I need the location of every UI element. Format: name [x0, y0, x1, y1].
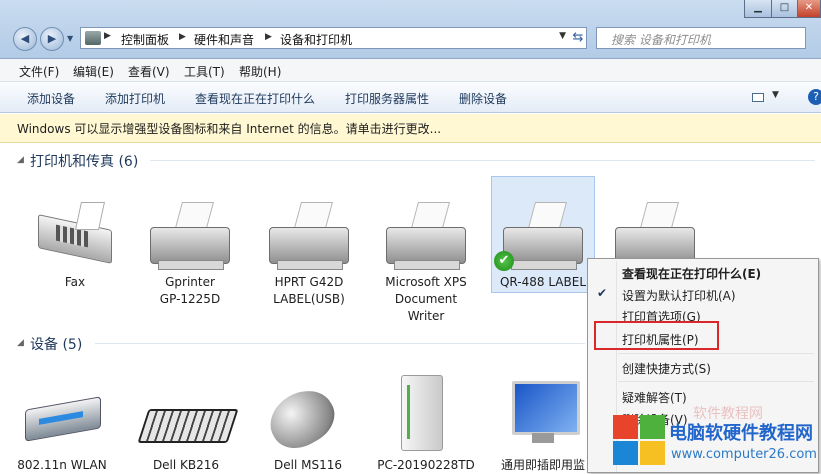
device-label: QR-488 LABEL: [499, 275, 586, 289]
menu-bar: 文件(F) 编辑(E) 查看(V) 工具(T) 帮助(H): [0, 59, 821, 82]
mouse-icon: [260, 379, 344, 459]
devices-group-header[interactable]: 设备 (5): [30, 334, 82, 354]
device-computer[interactable]: PC-20190228TD: [371, 375, 481, 473]
back-button[interactable]: ◀: [13, 27, 37, 51]
menu-separator: [618, 353, 814, 354]
menu-edit[interactable]: 编辑(E): [73, 63, 114, 80]
change-view-icon[interactable]: [752, 93, 764, 102]
print-server-properties-button[interactable]: 打印服务器属性: [345, 90, 429, 107]
device-label: Microsoft XPS Document Writer: [385, 275, 467, 323]
printer-icon: [615, 202, 695, 270]
forward-button[interactable]: ▶: [40, 27, 64, 51]
breadcrumb-separator-icon[interactable]: ▶: [179, 32, 186, 42]
breadcrumb-root-arrow-icon[interactable]: ▶: [104, 31, 111, 41]
device-keyboard[interactable]: Dell KB216: [131, 375, 241, 473]
menu-help[interactable]: 帮助(H): [239, 63, 281, 80]
add-printer-button[interactable]: 添加打印机: [105, 90, 165, 107]
printer-hprt[interactable]: HPRT G42D LABEL(USB): [254, 194, 364, 314]
search-input[interactable]: 搜索 设备和打印机: [596, 27, 806, 49]
device-label: Fax: [64, 275, 86, 289]
printer-fax[interactable]: Fax: [20, 194, 130, 294]
printer-icon: [150, 202, 230, 270]
menu-tools[interactable]: 工具(T): [184, 63, 225, 80]
control-panel-icon: [85, 31, 101, 45]
forward-arrow-icon: ▶: [47, 32, 57, 45]
site-watermark: 软件教程网 电脑软硬件教程网 www.computer26.com: [613, 406, 821, 473]
window-titlebar: ◀ ▶ ▼ ▶ 控制面板 ▶ 硬件和声音 ▶ 设备和打印机 ▼ ⇆ 搜索 设备和…: [0, 0, 821, 59]
group-collapse-icon[interactable]: ◢: [17, 338, 24, 348]
minimize-button[interactable]: ▁: [744, 0, 772, 18]
menu-file[interactable]: 文件(F): [19, 63, 59, 80]
fax-icon: [30, 194, 120, 266]
printer-icon: [386, 202, 466, 270]
default-printer-check-icon: ✔: [494, 251, 514, 271]
recent-pages-dropdown[interactable]: ▼: [67, 33, 77, 45]
group-divider: [95, 343, 585, 344]
group-collapse-icon[interactable]: ◢: [17, 155, 24, 165]
command-toolbar: 添加设备 添加打印机 查看现在正在打印什么 打印服务器属性 删除设备 ▼ ?: [0, 82, 821, 113]
device-label: HPRT G42D LABEL(USB): [273, 275, 345, 306]
watermark-title: 电脑软硬件教程网: [669, 423, 813, 444]
device-label: Dell KB216: [152, 458, 220, 472]
remove-device-button[interactable]: 删除设备: [459, 90, 507, 107]
view-options-dropdown-icon[interactable]: ▼: [772, 90, 779, 100]
wireless-router-icon: [25, 393, 101, 442]
printer-unnamed[interactable]: [600, 194, 710, 270]
breadcrumb-separator-icon[interactable]: ▶: [265, 32, 272, 42]
printer-microsoft-xps[interactable]: Microsoft XPS Document Writer: [371, 194, 481, 324]
printer-icon: [503, 202, 583, 270]
search-placeholder: 搜索 设备和打印机: [611, 33, 711, 47]
maximize-button[interactable]: □: [771, 0, 798, 18]
device-wlan-adapter[interactable]: 802.11n WLAN: [7, 375, 117, 473]
device-mouse[interactable]: Dell MS116: [253, 375, 363, 473]
back-arrow-icon: ◀: [20, 32, 30, 45]
checkmark-icon: ✔: [597, 286, 608, 300]
menu-separator: [618, 381, 814, 382]
monitor-icon: [508, 381, 580, 447]
menu-item-troubleshoot[interactable]: 疑难解答(T): [622, 389, 687, 406]
device-label: Gprinter GP-1225D: [159, 275, 221, 306]
printer-qr-488-label[interactable]: QR-488 LABEL: [488, 194, 598, 294]
address-dropdown-icon[interactable]: ▼: [559, 31, 566, 41]
device-label: Dell MS116: [274, 458, 342, 472]
address-bar[interactable]: ▶ 控制面板 ▶ 硬件和声音 ▶ 设备和打印机 ▼: [80, 27, 587, 49]
printer-gprinter[interactable]: Gprinter GP-1225D: [135, 194, 245, 314]
printer-icon: [269, 202, 349, 270]
menu-view[interactable]: 查看(V): [128, 63, 170, 80]
watermark-url: www.computer26.com: [671, 447, 817, 462]
windows-logo-icon: [613, 415, 667, 467]
menu-item-set-default-printer[interactable]: 设置为默认打印机(A): [622, 287, 736, 304]
breadcrumb-control-panel[interactable]: 控制面板: [121, 31, 169, 48]
menu-item-create-shortcut[interactable]: 创建快捷方式(S): [622, 360, 711, 377]
printers-group-header[interactable]: 打印机和传真 (6): [30, 151, 138, 171]
menu-item-see-whats-printing[interactable]: 查看现在正在打印什么(E): [622, 265, 761, 282]
refresh-icon[interactable]: ⇆: [568, 28, 588, 48]
keyboard-icon: [137, 409, 239, 445]
help-icon[interactable]: ?: [808, 89, 821, 105]
annotation-highlight-box: [594, 321, 719, 350]
info-bar-text[interactable]: Windows 可以显示增强型设备图标和来自 Internet 的信息。请单击进…: [17, 120, 441, 137]
computer-tower-icon: [401, 375, 445, 451]
breadcrumb-devices-printers[interactable]: 设备和打印机: [280, 31, 352, 48]
close-button[interactable]: ✕: [797, 0, 821, 18]
device-label: 802.11n WLAN: [17, 458, 107, 472]
device-monitor[interactable]: 通用即插即用监: [488, 375, 598, 473]
device-label: 通用即插即用监: [500, 458, 585, 472]
device-label: PC-20190228TD: [377, 458, 475, 472]
add-device-button[interactable]: 添加设备: [27, 90, 75, 107]
info-bar[interactable]: Windows 可以显示增强型设备图标和来自 Internet 的信息。请单击进…: [0, 114, 821, 143]
see-whats-printing-button[interactable]: 查看现在正在打印什么: [195, 90, 315, 107]
breadcrumb-hardware-sound[interactable]: 硬件和声音: [194, 31, 254, 48]
group-divider: [150, 160, 815, 161]
